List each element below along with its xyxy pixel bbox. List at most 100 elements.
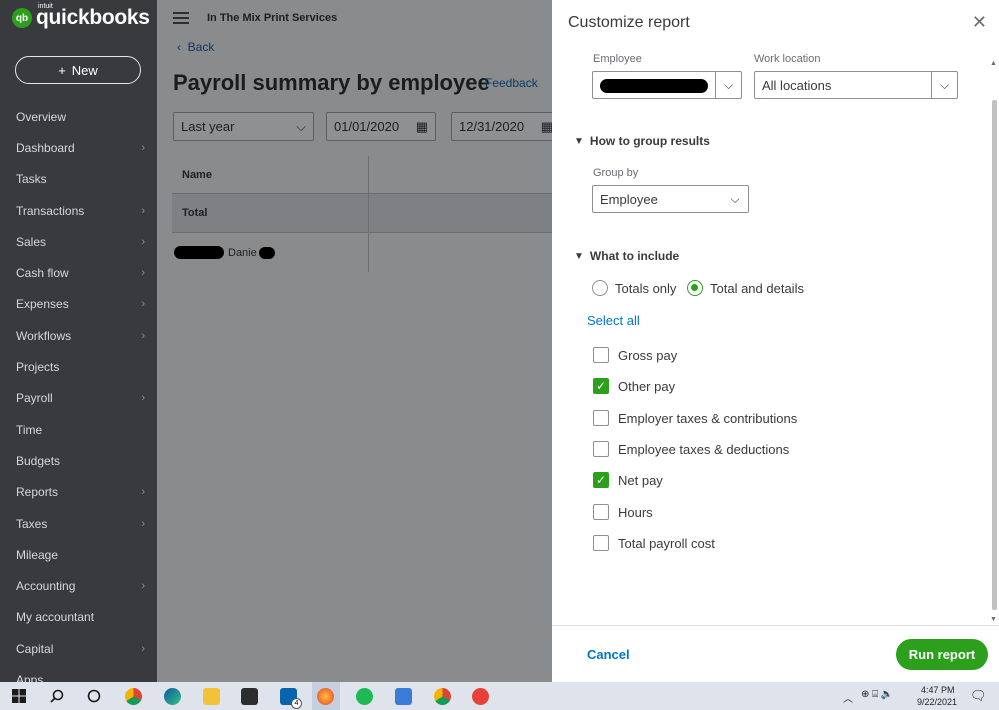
sidebar-item-budgets[interactable]: Budgets xyxy=(0,445,157,476)
radio-total-and-details[interactable]: Total and details xyxy=(687,280,804,296)
tray-icons[interactable]: ⊕ ⌸ 🔈 xyxy=(861,689,893,700)
radio-button-selected[interactable] xyxy=(687,280,703,296)
windows-taskbar: 4 ︿ ⊕ ⌸ 🔈 4:47 PM 9/22/2021 🗨 xyxy=(0,682,999,710)
sidebar-item-my-accountant[interactable]: My accountant xyxy=(0,602,157,633)
search-icon[interactable] xyxy=(50,689,64,703)
scroll-up-icon[interactable]: ▲ xyxy=(990,60,997,67)
select-all-link[interactable]: Select all xyxy=(587,313,640,328)
chevron-down-icon[interactable]: ⌵ xyxy=(715,72,741,98)
sidebar-item-cash-flow[interactable]: Cash flow › xyxy=(0,257,157,288)
checkbox-checked-icon[interactable]: ✓ xyxy=(593,472,609,488)
sidebar-item-sales[interactable]: Sales › xyxy=(0,226,157,257)
sidebar-item-capital[interactable]: Capital › xyxy=(0,633,157,664)
sidebar-item-tasks[interactable]: Tasks xyxy=(0,164,157,195)
sidebar-item-transactions[interactable]: Transactions › xyxy=(0,195,157,226)
name-column-header: Name xyxy=(182,169,212,181)
checkbox-unchecked-icon[interactable] xyxy=(593,504,609,520)
include-section-toggle[interactable]: ▼ What to include xyxy=(574,249,679,263)
employee-select[interactable]: ⌵ xyxy=(592,71,742,99)
scroll-down-icon[interactable]: ▼ xyxy=(990,616,997,623)
checkbox-unchecked-icon[interactable] xyxy=(593,535,609,551)
chevron-down-icon: ▼ xyxy=(574,250,584,262)
sidebar-item-reports[interactable]: Reports › xyxy=(0,477,157,508)
group-by-select[interactable]: Employee ⌵ xyxy=(592,185,749,213)
report-period-select[interactable]: Last year ⌵ xyxy=(173,112,314,141)
checkbox-employee-taxes-deductions[interactable]: Employee taxes & deductions xyxy=(593,441,789,457)
sidebar-item-projects[interactable]: Projects xyxy=(0,351,157,382)
quickbooks-logo[interactable]: qb intuit quickbooks xyxy=(12,3,150,30)
sidebar-item-label: Apps xyxy=(16,672,44,682)
checkbox-net-pay[interactable]: ✓ Net pay xyxy=(593,472,663,488)
app-icon[interactable] xyxy=(472,688,489,705)
group-section-toggle[interactable]: ▼ How to group results xyxy=(574,134,710,148)
clock-time[interactable]: 4:47 PM xyxy=(921,685,955,695)
feedback-link[interactable]: Feedback xyxy=(485,76,538,90)
checkbox-gross-pay[interactable]: Gross pay xyxy=(593,347,677,363)
chevron-up-icon[interactable]: ︿ xyxy=(843,690,853,705)
checkbox-unchecked-icon[interactable] xyxy=(593,441,609,457)
employee-name: Danie xyxy=(228,247,257,259)
table-row[interactable]: Danie xyxy=(172,234,552,272)
file-explorer-icon[interactable] xyxy=(203,688,220,705)
chevron-down-icon[interactable]: ⌵ xyxy=(722,186,748,212)
sidebar-item-taxes[interactable]: Taxes › xyxy=(0,508,157,539)
sidebar: qb intuit quickbooks + New Overview Dashb… xyxy=(0,0,157,682)
plus-icon: + xyxy=(58,62,66,78)
notifications-icon[interactable]: 🗨 xyxy=(970,688,987,704)
mail-icon[interactable]: 4 xyxy=(280,688,302,709)
sidebar-item-label: Transactions xyxy=(16,203,85,218)
sidebar-item-accounting[interactable]: Accounting › xyxy=(0,570,157,601)
panel-scrollbar[interactable]: ▲ ▼ xyxy=(990,60,998,626)
work-location-select[interactable]: All locations ⌵ xyxy=(754,71,958,99)
new-button-label: New xyxy=(71,62,98,78)
checkbox-total-payroll-cost[interactable]: Total payroll cost xyxy=(593,535,715,551)
run-report-button[interactable]: Run report xyxy=(896,639,988,670)
radio-button[interactable] xyxy=(592,280,608,296)
table-header: Name xyxy=(172,156,552,194)
calendar-icon[interactable]: ▦ xyxy=(416,119,428,135)
end-date-input[interactable]: 12/31/2020 ▦ xyxy=(451,112,561,141)
sidebar-item-payroll[interactable]: Payroll › xyxy=(0,383,157,414)
checkbox-label: Net pay xyxy=(618,472,663,488)
radio-totals-only[interactable]: Totals only xyxy=(592,280,676,296)
chrome-profile-icon[interactable] xyxy=(434,688,451,705)
firefox-icon[interactable] xyxy=(317,688,334,705)
store-icon[interactable] xyxy=(241,688,258,705)
sidebar-item-dashboard[interactable]: Dashboard › xyxy=(0,132,157,163)
company-name: In The Mix Print Services xyxy=(207,12,338,24)
sidebar-item-apps[interactable]: Apps xyxy=(0,664,157,682)
checkbox-unchecked-icon[interactable] xyxy=(593,347,609,363)
back-link[interactable]: ‹ Back xyxy=(177,40,214,54)
scrollbar-thumb[interactable] xyxy=(992,100,997,610)
new-button[interactable]: + New xyxy=(15,56,141,84)
sidebar-item-mileage[interactable]: Mileage xyxy=(0,539,157,570)
checkbox-employer-taxes-contributions[interactable]: Employer taxes & contributions xyxy=(593,410,797,426)
checkbox-checked-icon[interactable]: ✓ xyxy=(593,378,609,394)
windows-start-icon[interactable] xyxy=(12,689,26,703)
chrome-icon[interactable] xyxy=(125,688,142,705)
checkbox-unchecked-icon[interactable] xyxy=(593,410,609,426)
sidebar-item-workflows[interactable]: Workflows › xyxy=(0,320,157,351)
main-content: In The Mix Print Services ‹ Back Payroll… xyxy=(157,0,561,682)
clock-date[interactable]: 9/22/2021 xyxy=(917,697,957,707)
chevron-right-icon: › xyxy=(141,486,145,499)
start-date-input[interactable]: 01/01/2020 ▦ xyxy=(326,112,436,141)
chevron-down-icon[interactable]: ⌵ xyxy=(931,72,957,98)
checkbox-hours[interactable]: Hours xyxy=(593,504,653,520)
cancel-button[interactable]: Cancel xyxy=(587,647,630,662)
checkbox-label: Hours xyxy=(618,504,653,520)
checkbox-other-pay[interactable]: ✓ Other pay xyxy=(593,378,675,394)
calculator-icon[interactable] xyxy=(395,688,412,705)
checkbox-label: Employer taxes & contributions xyxy=(618,410,798,426)
chevron-down-icon: ▼ xyxy=(574,135,584,147)
sidebar-item-expenses[interactable]: Expenses › xyxy=(0,289,157,320)
top-bar: In The Mix Print Services xyxy=(157,0,552,36)
sidebar-item-overview[interactable]: Overview xyxy=(0,101,157,132)
close-icon[interactable]: ✕ xyxy=(972,12,987,33)
hamburger-menu-icon[interactable] xyxy=(173,12,189,24)
edge-icon[interactable] xyxy=(164,688,181,705)
sidebar-item-time[interactable]: Time xyxy=(0,414,157,445)
task-view-icon[interactable] xyxy=(87,689,101,703)
spotify-icon[interactable] xyxy=(356,688,373,705)
sidebar-item-label: Time xyxy=(16,422,43,437)
